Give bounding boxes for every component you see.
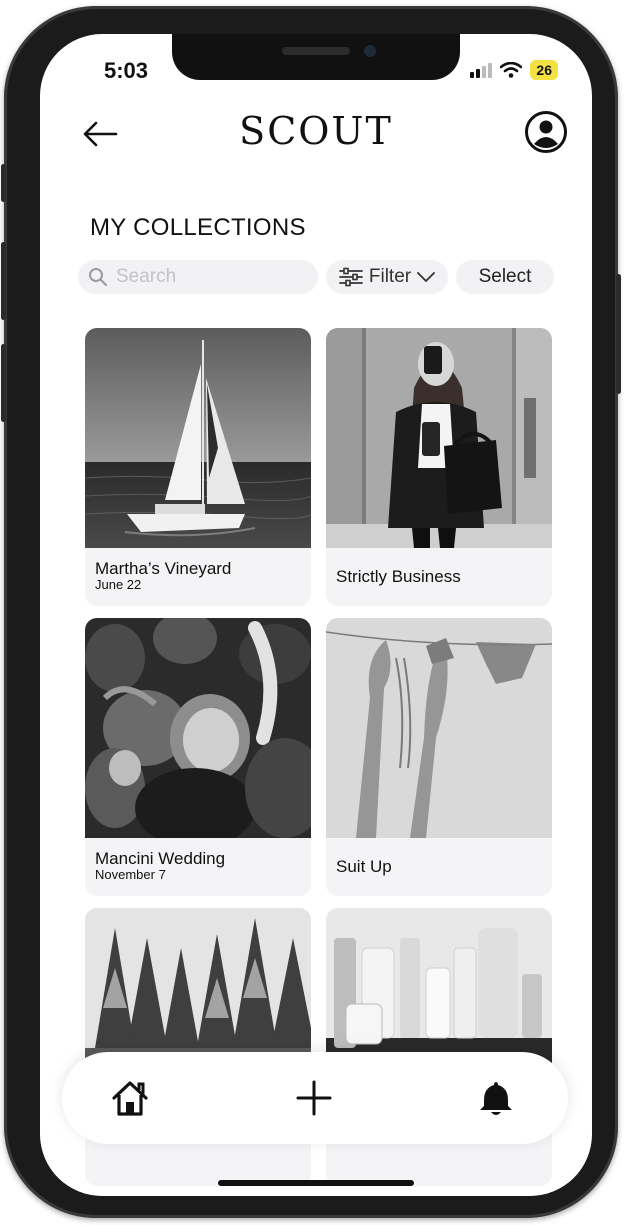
collection-card[interactable]: Martha’s Vineyard June 22	[85, 328, 311, 606]
home-indicator	[218, 1180, 414, 1186]
collection-card[interactable]: Strictly Business	[326, 328, 552, 606]
profile-icon[interactable]	[524, 110, 568, 154]
collection-card[interactable]	[326, 908, 552, 1186]
wedding-party-photo	[85, 618, 311, 838]
speaker	[282, 47, 350, 55]
search-bar[interactable]	[78, 260, 318, 294]
chevron-down-icon	[417, 272, 436, 282]
filter-button[interactable]: Filter	[326, 260, 448, 294]
collection-card[interactable]: Suit Up	[326, 618, 552, 896]
collection-card[interactable]: Mancini Wedding November 7	[85, 618, 311, 896]
search-icon	[89, 268, 107, 286]
power-button	[616, 274, 621, 394]
front-camera	[364, 45, 376, 57]
mute-switch	[1, 164, 6, 202]
collection-name: Strictly Business	[336, 567, 461, 586]
signal-icon	[470, 62, 493, 78]
collection-caption: Martha’s Vineyard June 22	[85, 548, 311, 606]
notch	[172, 34, 460, 80]
status-time: 5:03	[104, 58, 149, 83]
clothesline-shadow-photo	[326, 618, 552, 838]
search-input[interactable]	[114, 265, 308, 289]
bottom-nav	[62, 1052, 568, 1144]
collection-card[interactable]	[85, 908, 311, 1186]
app-title: SCOUT	[239, 109, 393, 153]
elevator-selfie-photo	[326, 328, 552, 548]
sliders-icon	[338, 267, 363, 287]
collection-date: November 7	[95, 867, 166, 882]
phone-frame: 5:03 26 SCOUT MY COLLECTIONS Search Filt…	[1, 6, 621, 1218]
filter-label: Filter	[368, 266, 412, 287]
back-arrow-icon[interactable]	[80, 118, 120, 150]
wifi-icon	[500, 62, 523, 78]
plus-icon[interactable]	[294, 1078, 334, 1118]
battery-indicator: 26	[530, 60, 558, 80]
home-icon[interactable]	[110, 1078, 150, 1118]
collection-caption: Suit Up	[326, 838, 552, 896]
screen: 5:03 26 SCOUT MY COLLECTIONS Search Filt…	[40, 34, 592, 1196]
app-header: SCOUT	[40, 106, 592, 166]
collection-caption: Mancini Wedding November 7	[85, 838, 311, 896]
select-button[interactable]: Select	[456, 260, 554, 294]
collection-name: Martha’s Vineyard	[95, 559, 232, 578]
section-title: MY COLLECTIONS	[90, 214, 306, 241]
bell-icon[interactable]	[476, 1078, 516, 1118]
collection-date: June 22	[95, 577, 142, 592]
sailboat-photo	[85, 328, 311, 548]
status-icons: 26	[470, 60, 558, 80]
collection-caption: Strictly Business	[326, 548, 552, 606]
collection-name: Mancini Wedding	[95, 849, 226, 868]
volume-up-button	[1, 242, 6, 320]
collection-name: Suit Up	[336, 857, 392, 876]
volume-down-button	[1, 344, 6, 422]
